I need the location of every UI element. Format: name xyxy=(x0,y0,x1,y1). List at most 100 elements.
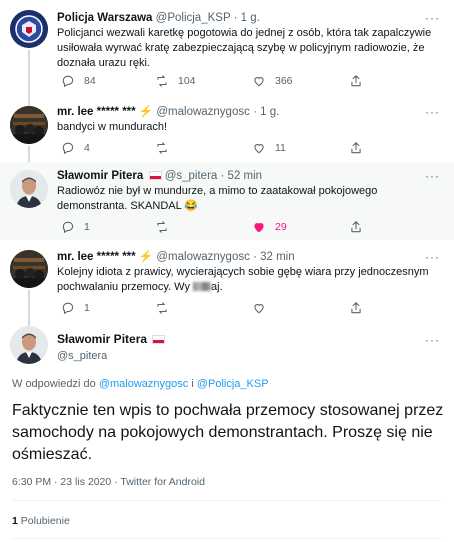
like-count: 366 xyxy=(275,75,293,87)
poland-flag-icon xyxy=(152,335,166,344)
separator-dot: · xyxy=(220,170,225,182)
share-icon xyxy=(351,142,361,154)
like-button[interactable]: 366 xyxy=(252,74,293,88)
share-icon xyxy=(351,75,361,87)
retweet-button[interactable] xyxy=(155,141,169,155)
retweet-button[interactable]: 104 xyxy=(155,74,196,88)
reply-button[interactable]: 4 xyxy=(61,141,90,155)
reply-count: 4 xyxy=(84,142,90,154)
more-options-icon[interactable]: ··· xyxy=(425,332,440,348)
retweet-icon xyxy=(157,75,167,87)
retweet-icon xyxy=(157,221,167,233)
reply-icon xyxy=(62,142,74,155)
reply-icon xyxy=(62,302,74,315)
main-tweet-text: Faktycznie ten wpis to pochwała przemocy… xyxy=(12,402,444,463)
main-avatar[interactable] xyxy=(10,326,48,364)
main-author-name[interactable]: Sławomir Pitera xyxy=(57,332,166,346)
reply-icon xyxy=(62,221,74,234)
avatar[interactable] xyxy=(10,250,48,288)
retweet-button[interactable] xyxy=(155,301,169,315)
author-handle[interactable]: @s_pitera xyxy=(165,170,218,182)
reply-count: 84 xyxy=(84,75,96,87)
like-count: 29 xyxy=(275,221,287,233)
retweet-button[interactable] xyxy=(155,220,169,234)
retweet-icon xyxy=(157,142,167,154)
more-options-icon[interactable]: ··· xyxy=(425,249,440,265)
mention-link[interactable]: @malowaznygosc xyxy=(99,378,188,390)
author-name[interactable]: Sławomir Pitera xyxy=(57,170,143,182)
share-icon xyxy=(351,221,361,233)
tweet-reply-2[interactable]: Sławomir Pitera @s_pitera · 52 min ··· R… xyxy=(0,162,454,240)
author-name[interactable]: Policja Warszawa xyxy=(57,12,152,24)
likes-summary[interactable]: 1 Polubienie xyxy=(12,515,70,527)
likes-count: 1 xyxy=(12,515,18,527)
tweet-time[interactable]: 1 g. xyxy=(241,12,260,24)
share-button[interactable] xyxy=(349,301,363,315)
reply-and: i xyxy=(191,378,194,390)
reply-count: 1 xyxy=(84,221,90,233)
reply-icon xyxy=(62,75,74,88)
tweet-text-before: Kolejny idiota z prawicy, wycierających … xyxy=(57,266,429,293)
separator-dot: · xyxy=(253,106,257,118)
like-count: 11 xyxy=(275,142,286,154)
tweet-actions: 1 29 xyxy=(57,220,387,236)
avatar[interactable] xyxy=(10,10,48,48)
heart-filled-icon xyxy=(254,223,264,233)
avatar[interactable] xyxy=(10,106,48,144)
reply-button[interactable]: 1 xyxy=(61,220,90,234)
avatar-photo xyxy=(10,106,48,144)
like-button[interactable]: 11 xyxy=(252,141,286,155)
heart-icon xyxy=(254,144,264,154)
tweet-policja[interactable]: Policja Warszawa @Policja_KSP · 1 g. ···… xyxy=(0,0,454,106)
tweet-text: Kolejny idiota z prawicy, wycierających … xyxy=(57,265,434,295)
share-button[interactable] xyxy=(349,141,363,155)
author-handle[interactable]: @Policja_KSP xyxy=(156,12,231,24)
author-name[interactable]: mr. lee ***** *** ⚡ xyxy=(57,251,153,263)
main-author-name-text[interactable]: Sławomir Pitera xyxy=(57,332,147,346)
replying-to: W odpowiedzi do @malowaznygosc i @Policj… xyxy=(12,378,269,390)
tweet-reply-3[interactable]: mr. lee ***** *** ⚡ @malowaznygosc · 32 … xyxy=(0,240,454,326)
tweet-text: bandyci w mundurach! xyxy=(57,121,168,133)
reply-button[interactable]: 1 xyxy=(61,301,90,315)
author-name[interactable]: mr. lee ***** *** ⚡ xyxy=(57,106,153,118)
divider xyxy=(12,500,442,501)
more-options-icon[interactable]: ··· xyxy=(425,168,440,184)
share-button[interactable] xyxy=(349,220,363,234)
author-handle[interactable]: @malowaznygosc xyxy=(156,251,250,263)
heart-icon xyxy=(254,77,264,87)
tweet-text-after: aj. xyxy=(211,281,223,293)
avatar-photo xyxy=(10,170,48,208)
likes-label: Polubienie xyxy=(20,515,70,527)
more-options-icon[interactable]: ··· xyxy=(425,10,440,26)
like-button[interactable] xyxy=(252,301,266,315)
main-author-handle[interactable]: @s_pitera xyxy=(57,350,107,362)
avatar-photo xyxy=(10,326,48,364)
tweet-time[interactable]: 52 min xyxy=(228,170,263,182)
divider xyxy=(12,538,442,539)
author-handle[interactable]: @malowaznygosc xyxy=(156,106,250,118)
tweet-actions: 1 xyxy=(57,301,387,317)
separator-dot: · xyxy=(253,251,257,263)
heart-icon xyxy=(254,304,264,314)
tweet-time[interactable]: 32 min xyxy=(260,251,295,263)
reply-button[interactable]: 84 xyxy=(61,74,96,88)
retweet-icon xyxy=(157,302,167,314)
like-button[interactable]: 29 xyxy=(252,220,287,234)
reply-count: 1 xyxy=(84,302,90,314)
mention-link[interactable]: @Policja_KSP xyxy=(197,378,269,390)
tweet-actions: 84 104 366 xyxy=(57,74,387,90)
avatar-photo xyxy=(10,250,48,288)
more-options-icon[interactable]: ··· xyxy=(425,104,440,120)
thread-line xyxy=(28,290,30,326)
tweet-text: Policjanci wezwali karetkę pogotowia do … xyxy=(57,27,432,69)
police-badge-icon xyxy=(10,10,48,48)
share-button[interactable] xyxy=(349,74,363,88)
tweet-time[interactable]: 1 g. xyxy=(260,106,279,118)
tweet-text: Radiowóz nie był w mundurze, a mimo to z… xyxy=(57,185,378,212)
avatar[interactable] xyxy=(10,170,48,208)
poland-flag-icon xyxy=(148,171,162,180)
reply-prefix: W odpowiedzi do xyxy=(12,378,96,390)
retweet-count: 104 xyxy=(178,75,196,87)
tweet-meta[interactable]: 6:30 PM · 23 lis 2020 · Twitter for Andr… xyxy=(12,476,205,488)
tweet-reply-1[interactable]: mr. lee ***** *** ⚡ @malowaznygosc · 1 g… xyxy=(0,98,454,166)
